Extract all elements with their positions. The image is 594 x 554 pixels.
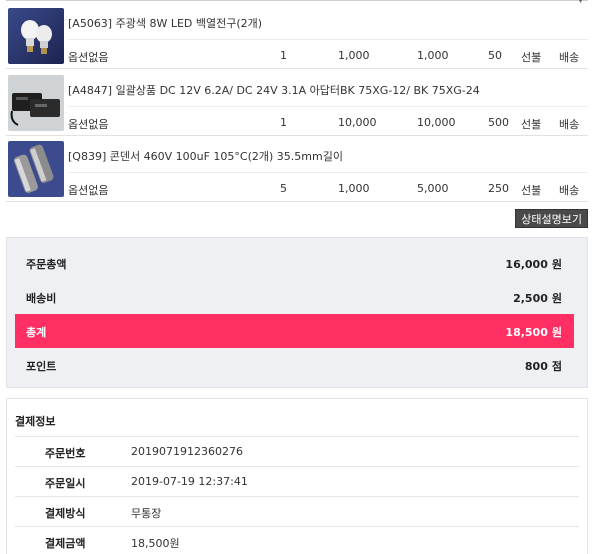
item-unit-price: 1,000 bbox=[338, 49, 370, 62]
grand-total-row: 총계 18,500 원 bbox=[15, 314, 574, 348]
item-amount: 10,000 bbox=[417, 116, 456, 129]
payment-amount-row: 결제금액 18,500원 bbox=[15, 526, 579, 554]
item-quantity: 1 bbox=[280, 116, 287, 129]
item-option: 옵션없음 bbox=[68, 51, 109, 64]
order-datetime-row: 주문일시 2019-07-19 12:37:41 bbox=[15, 466, 579, 496]
grand-total-value: 18,500 원 bbox=[505, 326, 562, 339]
product-thumbnail-led-bulbs[interactable] bbox=[8, 8, 64, 64]
item-payment-type: 선불 bbox=[521, 184, 542, 197]
item-name[interactable]: [A4847] 일괄상품 DC 12V 6.2A/ DC 24V 3.1A 아답… bbox=[68, 82, 480, 98]
points-label: 포인트 bbox=[26, 360, 57, 373]
order-total-label: 주문총액 bbox=[26, 258, 67, 271]
item-quantity: 5 bbox=[280, 182, 287, 195]
item-amount: 5,000 bbox=[417, 182, 449, 195]
order-datetime-value: 2019-07-19 12:37:41 bbox=[131, 475, 248, 488]
order-total-value: 16,000 원 bbox=[505, 258, 562, 271]
product-thumbnail-power-adapter[interactable] bbox=[8, 75, 64, 131]
item-amount: 1,000 bbox=[417, 49, 449, 62]
grand-total-label: 총계 bbox=[26, 326, 47, 339]
item-option: 옵션없음 bbox=[68, 184, 109, 197]
payment-method-label: 결제방식 bbox=[45, 507, 86, 520]
item-payment-type: 선불 bbox=[521, 118, 542, 131]
payment-method-row: 결제방식 무통장 bbox=[15, 496, 579, 526]
item-unit-price: 1,000 bbox=[338, 182, 370, 195]
item-points: 250 bbox=[488, 182, 509, 195]
payment-info-panel: 결제정보 주문번호 2019071912360276 주문일시 2019-07-… bbox=[6, 398, 588, 554]
order-number-label: 주문번호 bbox=[45, 447, 86, 460]
order-number-row: 주문번호 2019071912360276 bbox=[15, 436, 579, 466]
payment-amount-label: 결제금액 bbox=[45, 537, 86, 550]
item-points: 50 bbox=[488, 49, 502, 62]
item-unit-price: 10,000 bbox=[338, 116, 377, 129]
product-thumbnail-capacitors[interactable] bbox=[8, 141, 64, 197]
order-item-row: [Q839] 콘덴서 460V 100uF 105°C(2개) 35.5mm길이… bbox=[6, 137, 588, 202]
item-quantity: 1 bbox=[280, 49, 287, 62]
item-payment-type: 선불 bbox=[521, 51, 542, 64]
payment-method-value: 무통장 bbox=[131, 507, 162, 520]
item-option-row: 옵션없음 1 1,000 1,000 50 선불 배송 bbox=[68, 39, 588, 69]
item-points: 500 bbox=[488, 116, 509, 129]
item-option: 옵션없음 bbox=[68, 118, 109, 131]
item-name[interactable]: [Q839] 콘덴서 460V 100uF 105°C(2개) 35.5mm길이 bbox=[68, 148, 343, 164]
points-row: 포인트 800 점 bbox=[15, 348, 574, 382]
points-value: 800 점 bbox=[524, 360, 562, 373]
order-number-value: 2019071912360276 bbox=[131, 445, 243, 458]
shipping-fee-row: 배송비 2,500 원 bbox=[15, 280, 574, 314]
order-total-row: 주문총액 16,000 원 bbox=[15, 246, 574, 280]
item-shipping-type: 배송 bbox=[559, 51, 580, 64]
order-item-row: [A4847] 일괄상품 DC 12V 6.2A/ DC 24V 3.1A 아답… bbox=[6, 71, 588, 136]
payment-info-title: 결제정보 bbox=[15, 415, 56, 428]
order-item-row: [A5063] 주광색 8W LED 백열전구(2개) 옵션없음 1 1,000… bbox=[6, 4, 588, 69]
shipping-fee-value: 2,500 원 bbox=[513, 292, 562, 305]
payment-amount-value: 18,500원 bbox=[131, 537, 180, 550]
item-option-row: 옵션없음 5 1,000 5,000 250 선불 배송 bbox=[68, 172, 588, 202]
item-shipping-type: 배송 bbox=[559, 118, 580, 131]
item-shipping-type: 배송 bbox=[559, 184, 580, 197]
status-description-button[interactable]: 상태설명보기 bbox=[515, 209, 588, 228]
shipping-fee-label: 배송비 bbox=[26, 292, 57, 305]
item-option-row: 옵션없음 1 10,000 10,000 500 선불 배송 bbox=[68, 106, 588, 136]
order-datetime-label: 주문일시 bbox=[45, 477, 86, 490]
order-summary-panel: 주문총액 16,000 원 배송비 2,500 원 총계 18,500 원 포인트 8… bbox=[6, 237, 588, 388]
item-name[interactable]: [A5063] 주광색 8W LED 백열전구(2개) bbox=[68, 15, 262, 31]
